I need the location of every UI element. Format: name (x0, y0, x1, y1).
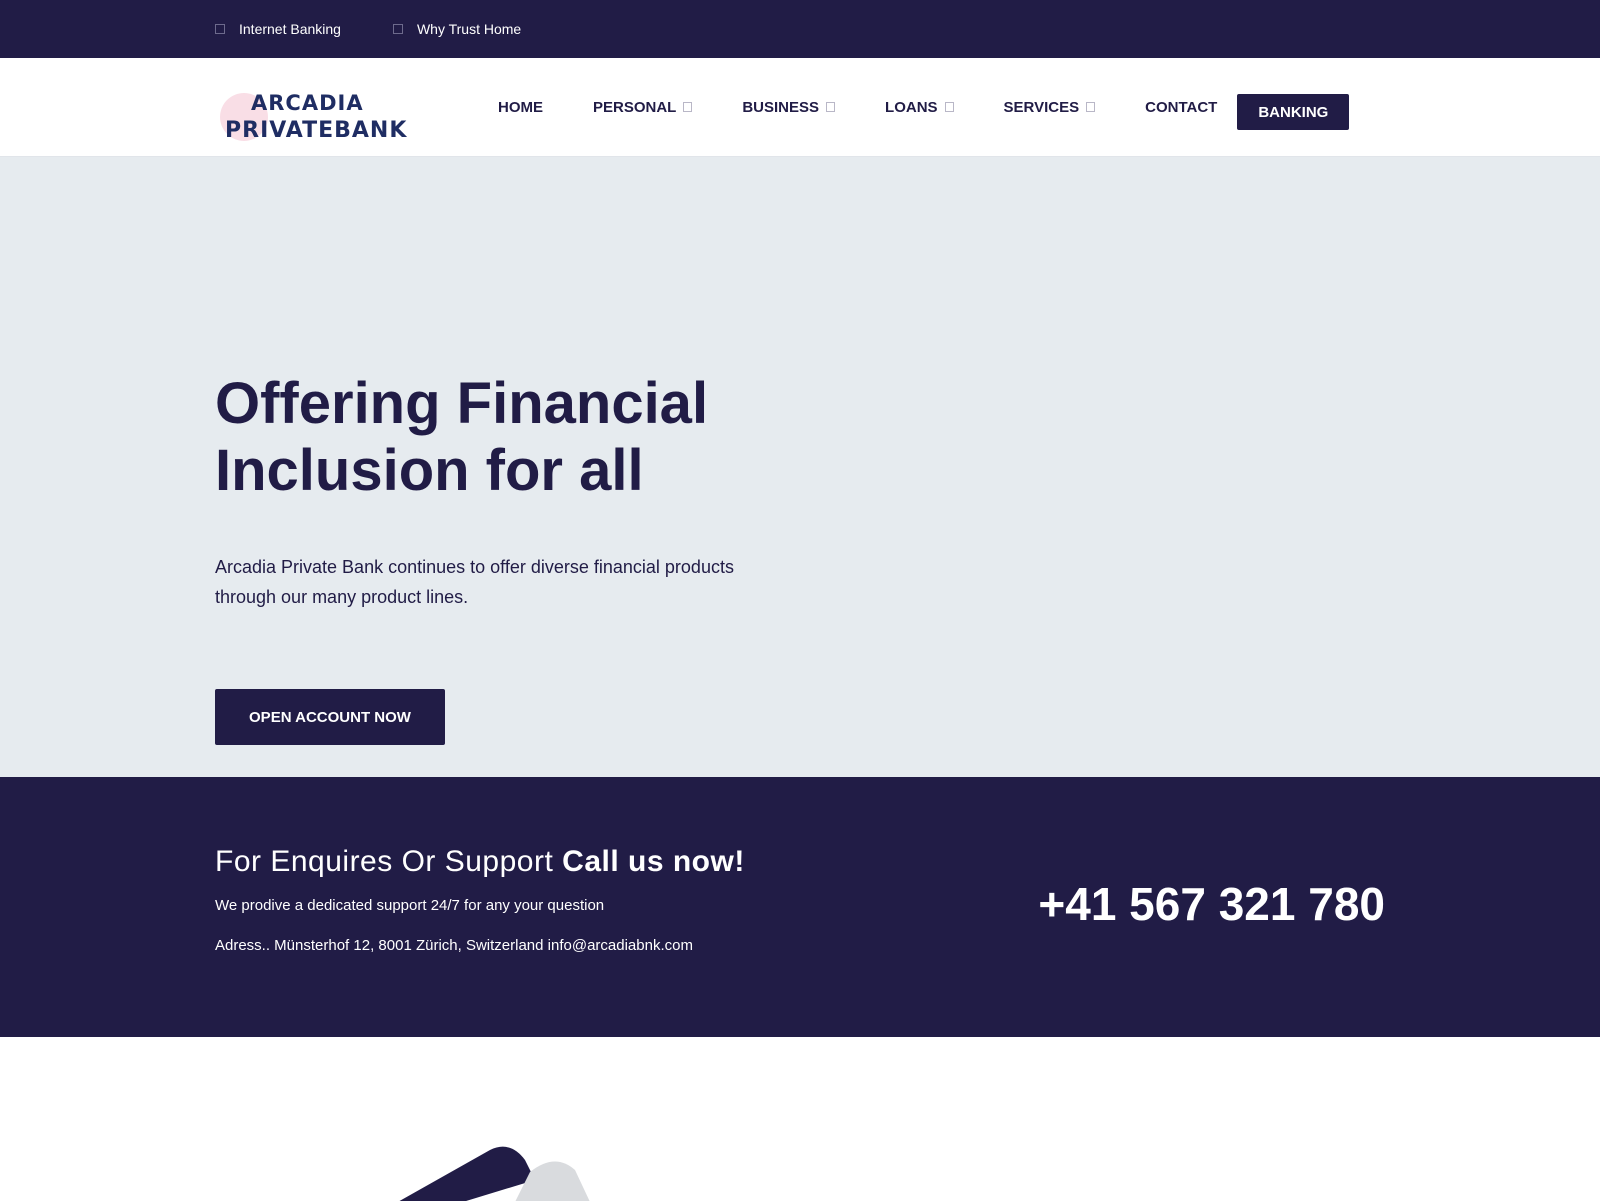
nav-item-services[interactable]: SERVICES (1004, 99, 1096, 116)
hero-description-line-2: through our many product lines. (215, 587, 469, 607)
hero-description: Arcadia Private Bank continues to offer … (215, 552, 815, 612)
topbar-link-internet-banking[interactable]: Internet Banking (215, 21, 341, 37)
contact-subtext: We prodive a dedicated support 24/7 for … (215, 897, 605, 914)
bank-logo[interactable]: ARCADIA PRIVATEBANK (215, 77, 406, 143)
banking-button[interactable]: BANKING (1237, 94, 1350, 130)
nav-item-label: BUSINESS (742, 98, 820, 116)
cards-section (0, 1037, 1600, 1201)
nav-item-contact[interactable]: CONTACT (1145, 99, 1217, 116)
internet-banking-icon (215, 24, 225, 34)
bank-card-illustration (399, 1146, 590, 1201)
open-account-button[interactable]: OPEN ACCOUNT NOW (215, 689, 445, 745)
nav-item-label: LOANS (885, 98, 938, 116)
nav-item-label: HOME (498, 98, 543, 116)
logo-line-2: PRIVATEBANK (225, 118, 408, 143)
chevron-down-icon (826, 102, 836, 112)
chevron-down-icon (944, 102, 954, 112)
trust-icon (392, 24, 403, 34)
contact-address: Adress.. Münsterhof 12, 8001 Zürich, Swi… (215, 937, 693, 954)
nav-item-label: SERVICES (1003, 98, 1080, 116)
nav-item-home[interactable]: HOME (498, 99, 543, 116)
nav-item-personal[interactable]: PERSONAL (593, 98, 693, 116)
chevron-down-icon (1086, 102, 1096, 112)
chevron-down-icon (683, 102, 693, 112)
topbar-link-label: Why Trust Home (416, 21, 522, 37)
logo-line-1: ARCADIA (251, 91, 364, 115)
dark-card-shape (399, 1146, 535, 1201)
hero-title-line-1: Offering Financial (215, 371, 709, 436)
hero-title-line-2: Inclusion for all (215, 438, 644, 503)
contact-heading-bold: Call us now! (562, 845, 745, 878)
hero-section: Offering Financial Inclusion for all Arc… (0, 157, 1600, 777)
contact-heading: For Enquires Or Support Call us now! (215, 845, 745, 879)
contact-section: For Enquires Or Support Call us now! We … (0, 777, 1600, 1037)
nav-item-business[interactable]: BUSINESS (742, 98, 836, 116)
top-bar: Internet Banking Why Trust Home (0, 0, 1600, 58)
topbar-link-label: Internet Banking (239, 21, 341, 37)
main-nav: HOME PERSONAL BUSINESS LOANS SERVICES CO… (498, 84, 1350, 130)
nav-item-label: CONTACT (1145, 98, 1218, 116)
main-header: ARCADIA PRIVATEBANK HOME PERSONAL BUSINE… (0, 58, 1600, 157)
hero-title: Offering Financial Inclusion for all (215, 370, 915, 504)
nav-item-loans[interactable]: LOANS (885, 99, 954, 116)
nav-item-label: PERSONAL (593, 98, 677, 116)
contact-phone-number[interactable]: +41 567 321 780 (1038, 877, 1385, 931)
hero-description-line-1: Arcadia Private Bank continues to offer … (215, 557, 734, 577)
contact-heading-light: For Enquires Or Support (215, 845, 554, 878)
topbar-link-why-trust[interactable]: Why Trust Home (392, 21, 522, 37)
